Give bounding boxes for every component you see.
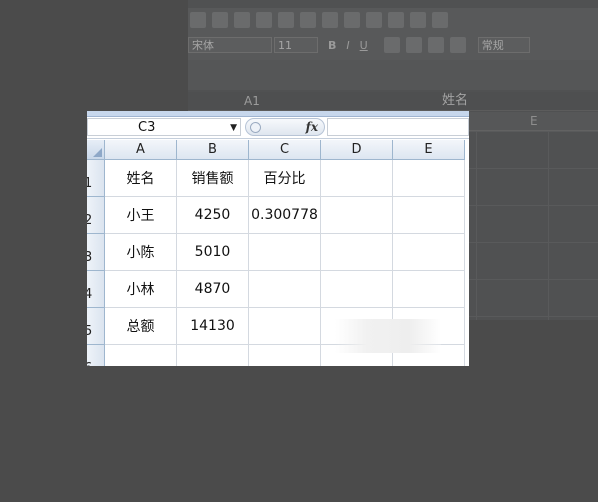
spellcheck-icon <box>300 12 316 28</box>
cell-c6[interactable] <box>249 345 321 366</box>
row-header-5[interactable]: 5 <box>87 308 105 345</box>
background-quick-icons <box>188 9 448 31</box>
align-center-icon <box>405 37 422 53</box>
row-number: 3 <box>87 248 92 268</box>
italic-icon: I <box>346 38 350 52</box>
cell-a5[interactable]: 总额 <box>105 308 177 345</box>
cell-a6[interactable] <box>105 345 177 366</box>
cell-c1[interactable]: 百分比 <box>249 160 321 197</box>
table-row: 姓名 销售额 百分比 <box>105 160 465 197</box>
formula-bar: C3 ▼ fx <box>87 117 469 139</box>
select-all-button[interactable] <box>87 140 105 160</box>
background-formula-bar: A1 姓名 <box>188 92 598 111</box>
bold-icon: B <box>328 38 337 52</box>
column-header-a[interactable]: A <box>105 140 177 160</box>
cell-d2[interactable] <box>321 197 393 234</box>
cell-d1[interactable] <box>321 160 393 197</box>
research-icon <box>322 12 338 28</box>
cell-b2[interactable]: 4250 <box>177 197 249 234</box>
row-header-1[interactable]: 1 <box>87 160 105 197</box>
paste-icon <box>388 12 404 28</box>
merge-center-icon <box>449 37 466 53</box>
align-left-icon <box>383 37 400 53</box>
column-header-e[interactable]: E <box>393 140 465 160</box>
column-header-c[interactable]: C <box>249 140 321 160</box>
row-number: 1 <box>87 174 92 194</box>
cell-c5[interactable] <box>249 308 321 345</box>
column-headers: ABCDE <box>105 140 465 160</box>
cell-e4[interactable] <box>393 271 465 308</box>
copy-icon <box>366 12 382 28</box>
font-name-value: 宋体 <box>192 39 214 52</box>
save-icon <box>190 12 206 28</box>
row-header-6[interactable]: 6 <box>87 345 105 366</box>
row-header-3[interactable]: 3 <box>87 234 105 271</box>
cell-b3[interactable]: 5010 <box>177 234 249 271</box>
background-ribbon-strip <box>188 60 598 90</box>
cell-e1[interactable] <box>393 160 465 197</box>
row-number: 5 <box>87 322 92 342</box>
number-format-value: 常规 <box>481 39 504 52</box>
cell-b6[interactable] <box>177 345 249 366</box>
cell-c3[interactable] <box>249 234 321 271</box>
table-row: 小陈 5010 <box>105 234 465 271</box>
align-right-icon <box>427 37 444 53</box>
font-size-select: 11 <box>274 37 318 53</box>
open-icon <box>212 12 228 28</box>
print-icon <box>256 12 272 28</box>
table-row: 小王 4250 0.300778 <box>105 197 465 234</box>
chevron-down-icon[interactable]: ▼ <box>230 121 237 135</box>
underline-icon: U <box>359 38 368 52</box>
zoom-icon <box>250 122 261 133</box>
table-row: 小林 4870 <box>105 271 465 308</box>
cell-e3[interactable] <box>393 234 465 271</box>
cell-b1[interactable]: 销售额 <box>177 160 249 197</box>
insert-function-button[interactable]: fx <box>245 118 325 136</box>
background-format-toolbar: 宋体 11 B I U 常规 <box>188 35 530 55</box>
background-column-e: E <box>530 114 538 128</box>
row-number: 6 <box>87 359 92 366</box>
spreadsheet-window: C3 ▼ fx ABCDE 123456 姓名销售额百分比小王42500.300… <box>87 111 469 366</box>
row-header-2[interactable]: 2 <box>87 197 105 234</box>
cell-c2[interactable]: 0.300778 <box>249 197 321 234</box>
background-name-box: A1 <box>244 94 260 108</box>
cell-b5[interactable]: 14130 <box>177 308 249 345</box>
undo-icon <box>432 12 448 28</box>
cell-a2[interactable]: 小王 <box>105 197 177 234</box>
name-box-value: C3 <box>138 120 156 135</box>
background-formula-value: 姓名 <box>442 93 469 108</box>
row-headers: 1 2 3 4 5 6 <box>87 160 105 366</box>
row-header-4[interactable]: 4 <box>87 271 105 308</box>
column-header-b[interactable]: B <box>177 140 249 160</box>
row-number: 2 <box>87 211 92 231</box>
row-number: 4 <box>87 285 92 305</box>
cell-c4[interactable] <box>249 271 321 308</box>
font-size-value: 11 <box>278 38 292 52</box>
cell-a1[interactable]: 姓名 <box>105 160 177 197</box>
fx-icon: fx <box>305 120 318 134</box>
blurred-region <box>335 319 441 353</box>
formula-input[interactable] <box>327 118 469 136</box>
cell-d4[interactable] <box>321 271 393 308</box>
cell-a4[interactable]: 小林 <box>105 271 177 308</box>
cell-d3[interactable] <box>321 234 393 271</box>
email-icon <box>234 12 250 28</box>
cell-b4[interactable]: 4870 <box>177 271 249 308</box>
cell-a3[interactable]: 小陈 <box>105 234 177 271</box>
print-preview-icon <box>278 12 294 28</box>
format-painter-icon <box>410 12 426 28</box>
cut-icon <box>344 12 360 28</box>
cell-e2[interactable] <box>393 197 465 234</box>
name-box[interactable]: C3 ▼ <box>87 118 241 136</box>
column-header-d[interactable]: D <box>321 140 393 160</box>
font-name-select: 宋体 <box>188 37 272 53</box>
number-format-select: 常规 <box>477 37 530 53</box>
